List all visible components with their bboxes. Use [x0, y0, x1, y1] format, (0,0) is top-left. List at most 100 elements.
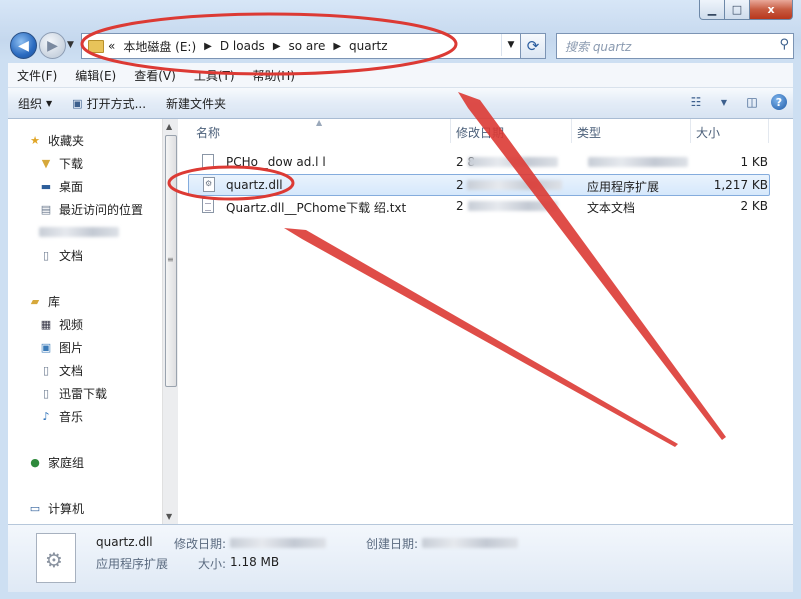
nav-homegroup[interactable]: ● 家庭组 — [28, 452, 84, 472]
nav-recent[interactable]: ▤ 最近访问的位置 — [39, 199, 143, 219]
back-arrow-icon: ◀ — [18, 37, 29, 54]
nav-label: 家庭组 — [48, 455, 85, 470]
column-divider[interactable] — [768, 119, 769, 143]
file-list: ▲ 名称 修改日期 类型 大小 PCHo _dow ad.l l 2 8 1 K… — [178, 118, 793, 524]
file-name: quartz.dll — [226, 178, 283, 192]
nav-library[interactable]: ▰ 库 — [28, 291, 60, 311]
desktop-icon: ▬ — [40, 179, 52, 193]
nav-favorites[interactable]: ★ 收藏夹 — [28, 130, 84, 150]
menu-file[interactable]: 文件(F) — [8, 67, 66, 84]
column-divider[interactable] — [690, 119, 691, 143]
redacted-label — [39, 227, 119, 237]
breadcrumb-software[interactable]: so are — [285, 39, 330, 53]
nav-label: 下载 — [59, 156, 84, 171]
minimize-button[interactable]: ▁ — [699, 0, 725, 20]
breadcrumb-drive[interactable]: 本地磁盘 (E:) — [119, 38, 200, 55]
explorer-window: ▁ □ x ◀ ▶ ▼ « 本地磁盘 (E:) ▶ D loads ▶ so a… — [0, 0, 801, 599]
nav-downloads[interactable]: ▼ 下载 — [39, 153, 83, 173]
maximize-button[interactable]: □ — [725, 0, 750, 20]
scroll-down-icon[interactable]: ▼ — [166, 512, 172, 521]
nav-documents-fav[interactable]: ▯ 文档 — [39, 245, 83, 265]
column-divider[interactable] — [571, 119, 572, 143]
download-folder-icon: ▯ — [42, 386, 50, 400]
nav-label: 视频 — [59, 317, 84, 332]
search-input[interactable]: 搜索 quartz — [557, 38, 631, 55]
menu-edit[interactable]: 编辑(E) — [66, 67, 125, 84]
navigation-scrollbar[interactable]: ▲ ≡ ▼ — [162, 119, 178, 524]
nav-documents[interactable]: ▯ 文档 — [39, 360, 83, 380]
breadcrumb-overflow[interactable]: « — [104, 39, 119, 53]
menu-tools[interactable]: 工具(T) — [185, 67, 244, 84]
breadcrumb-quartz[interactable]: quartz — [345, 39, 392, 53]
details-view-icon: ☷ — [690, 95, 702, 109]
address-dropdown-button[interactable]: ▼ — [501, 34, 520, 56]
navigation-bar: ◀ ▶ ▼ « 本地磁盘 (E:) ▶ D loads ▶ so are ▶ q… — [8, 30, 794, 60]
redacted-date — [468, 201, 558, 211]
details-size-label: 大小: — [198, 557, 227, 571]
details-filetype: 应用程序扩展 — [96, 557, 169, 571]
text-file-icon — [202, 198, 214, 213]
table-row[interactable]: Quartz.dll__PChome下载 绍.txt 2 文本文档 2 KB — [188, 196, 768, 216]
nav-redacted[interactable] — [39, 222, 119, 242]
nav-computer[interactable]: ▭ 计算机 — [28, 498, 84, 518]
window-controls: ▁ □ x — [699, 0, 793, 20]
search-icon[interactable]: ⚲ — [779, 37, 789, 52]
breadcrumb: « 本地磁盘 (E:) ▶ D loads ▶ so are ▶ quartz — [104, 38, 392, 55]
menu-help[interactable]: 帮助(H) — [244, 67, 304, 84]
table-row-selected[interactable]: quartz.dll 2 应用程序扩展 1,217 KB — [188, 174, 770, 196]
column-modified[interactable]: 修改日期 — [456, 119, 504, 145]
chevron-down-icon: ▼ — [46, 98, 53, 108]
computer-icon: ▭ — [29, 501, 41, 515]
refresh-button[interactable]: ⟳ — [520, 33, 546, 59]
search-box[interactable]: 搜索 quartz ⚲ — [556, 33, 794, 59]
nav-xunlei[interactable]: ▯ 迅雷下载 — [39, 383, 107, 403]
grip-icon: ≡ — [167, 255, 174, 264]
recent-pages-dropdown[interactable]: ▼ — [67, 40, 74, 50]
navigation-pane: ★ 收藏夹 ▼ 下载 ▬ 桌面 ▤ 最近访问的位置 ▯ 文档 ▰ 库 ▦ 视频 ▣ 图片 ▯ 文档… — [8, 119, 160, 524]
document-icon: ▯ — [42, 248, 50, 262]
column-name[interactable]: 名称 — [196, 119, 220, 145]
file-name: Quartz.dll__PChome下载 绍.txt — [226, 201, 407, 215]
column-size[interactable]: 大小 — [696, 119, 720, 145]
chevron-right-icon[interactable]: ▶ — [329, 41, 345, 52]
preview-pane-button[interactable]: ◫ — [743, 93, 761, 111]
open-with-button[interactable]: ▣ 打开方式... — [62, 95, 156, 112]
view-controls: ☷ ▼ ◫ ? — [687, 93, 787, 111]
chevron-right-icon[interactable]: ▶ — [200, 41, 216, 52]
nav-pictures[interactable]: ▣ 图片 — [39, 337, 83, 357]
organize-button[interactable]: 组织 ▼ — [8, 95, 62, 112]
menu-view[interactable]: 查看(V) — [125, 67, 185, 84]
file-size: 1 KB — [740, 155, 768, 169]
nav-desktop[interactable]: ▬ 桌面 — [39, 176, 83, 196]
close-button[interactable]: x — [750, 0, 793, 20]
view-options-button[interactable]: ☷ — [687, 93, 705, 111]
menu-bar: 文件(F) 编辑(E) 查看(V) 工具(T) 帮助(H) — [8, 63, 793, 88]
forward-arrow-icon: ▶ — [47, 37, 58, 54]
back-button[interactable]: ◀ — [10, 32, 37, 59]
nav-label: 收藏夹 — [48, 133, 85, 148]
pictures-icon: ▣ — [40, 340, 52, 354]
organize-label: 组织 — [18, 96, 43, 111]
view-dropdown-button[interactable]: ▼ — [715, 93, 733, 111]
breadcrumb-downloads[interactable]: D loads — [216, 39, 269, 53]
refresh-icon: ⟳ — [526, 37, 540, 55]
column-type[interactable]: 类型 — [577, 119, 601, 145]
chevron-right-icon[interactable]: ▶ — [269, 41, 285, 52]
nav-videos[interactable]: ▦ 视频 — [39, 314, 83, 334]
redacted-date — [468, 157, 558, 167]
preview-pane-icon: ◫ — [746, 95, 758, 109]
help-button[interactable]: ? — [771, 94, 787, 110]
table-row[interactable]: PCHo _dow ad.l l 2 8 1 KB — [188, 152, 768, 172]
new-folder-button[interactable]: 新建文件夹 — [156, 95, 236, 112]
nav-label: 文档 — [59, 363, 84, 378]
column-headers: ▲ 名称 修改日期 类型 大小 — [178, 118, 793, 145]
scroll-up-icon[interactable]: ▲ — [166, 122, 172, 131]
star-icon: ★ — [30, 133, 40, 147]
address-bar[interactable]: « 本地磁盘 (E:) ▶ D loads ▶ so are ▶ quartz … — [81, 33, 521, 59]
nav-label: 桌面 — [59, 179, 84, 194]
file-type: 文本文档 — [587, 201, 636, 215]
forward-button[interactable]: ▶ — [39, 32, 66, 59]
sort-ascending-icon: ▲ — [316, 118, 323, 127]
column-divider[interactable] — [450, 119, 451, 143]
nav-music[interactable]: ♪ 音乐 — [39, 406, 83, 426]
